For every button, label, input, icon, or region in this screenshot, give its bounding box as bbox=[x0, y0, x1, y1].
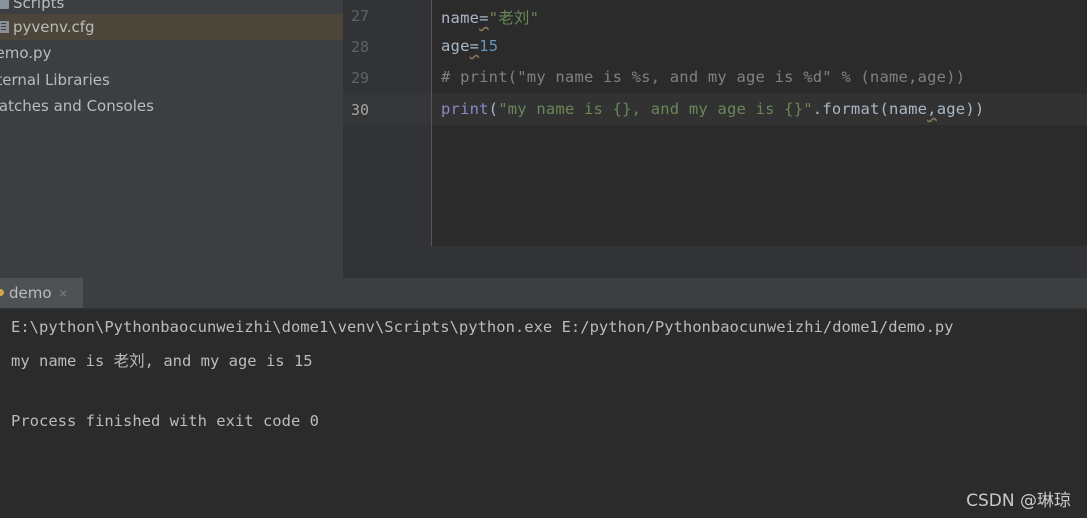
folder-icon bbox=[0, 0, 9, 9]
code-token-str: "my name is {}, and my age is {}" bbox=[498, 100, 813, 118]
code-line[interactable]: # print("my name is %s, and my age is %d… bbox=[441, 68, 965, 86]
code-token-ident: ( bbox=[488, 100, 499, 118]
code-token-ident: , bbox=[927, 100, 937, 118]
tree-item-label: demo.py bbox=[0, 44, 52, 62]
code-line[interactable]: print("my name is {}, and my age is {}".… bbox=[441, 100, 984, 118]
code-token-str: "老刘" bbox=[488, 9, 540, 27]
code-token-builtin: print bbox=[441, 100, 489, 118]
line-number: 28 bbox=[351, 38, 370, 56]
file-icon bbox=[0, 21, 9, 33]
run-tab-label: demo bbox=[9, 284, 52, 302]
tree-item-external-libraries[interactable]: External Libraries bbox=[0, 67, 343, 93]
python-run-icon bbox=[0, 289, 4, 296]
code-token-comment: # print("my name is %s, and my age is %d… bbox=[441, 68, 966, 86]
code-token-ident: name bbox=[441, 9, 480, 27]
code-token-ident: age)) bbox=[936, 100, 985, 118]
console-line-command: E:\python\Pythonbaocunweizhi\dome1\venv\… bbox=[11, 318, 954, 336]
code-line[interactable]: name="老刘" bbox=[441, 6, 539, 28]
tree-item-pyvenv-cfg[interactable]: pyvenv.cfg bbox=[0, 14, 343, 40]
tree-item-label: pyvenv.cfg bbox=[13, 18, 95, 36]
tree-item-label: Scratches and Consoles bbox=[0, 97, 154, 115]
code-token-ident: = bbox=[469, 37, 480, 55]
watermark: CSDN @琳琼 bbox=[966, 491, 1071, 511]
code-editor[interactable]: 27 28 29 30 name="老刘" age=15 # print("my… bbox=[343, 0, 1087, 246]
line-number: 27 bbox=[351, 7, 370, 25]
code-line[interactable]: age=15 bbox=[441, 37, 498, 55]
code-token-ident: age bbox=[441, 37, 470, 55]
tree-item-demo-py[interactable]: demo.py bbox=[0, 40, 343, 66]
line-number: 29 bbox=[351, 69, 370, 87]
line-number-current: 30 bbox=[351, 101, 370, 119]
run-console-output[interactable]: E:\python\Pythonbaocunweizhi\dome1\venv\… bbox=[0, 309, 1087, 518]
console-line-exit-status: Process finished with exit code 0 bbox=[11, 412, 319, 430]
code-token-ident: = bbox=[479, 9, 489, 27]
tree-item-scratches-and-consoles[interactable]: Scratches and Consoles bbox=[0, 93, 343, 119]
editor-bottom-area bbox=[343, 246, 1087, 278]
tree-item-label: External Libraries bbox=[0, 71, 110, 89]
code-token-num: 15 bbox=[479, 37, 499, 55]
run-tab-demo[interactable]: demo × bbox=[0, 278, 83, 308]
console-line-output: my name is 老刘, and my age is 15 bbox=[11, 352, 313, 370]
close-icon[interactable]: × bbox=[59, 278, 67, 308]
project-tree-panel: Scripts pyvenv.cfg demo.py External Libr… bbox=[0, 0, 343, 278]
run-tab-bar: demo × bbox=[0, 278, 1087, 309]
code-token-ident: .format(name bbox=[812, 100, 928, 118]
